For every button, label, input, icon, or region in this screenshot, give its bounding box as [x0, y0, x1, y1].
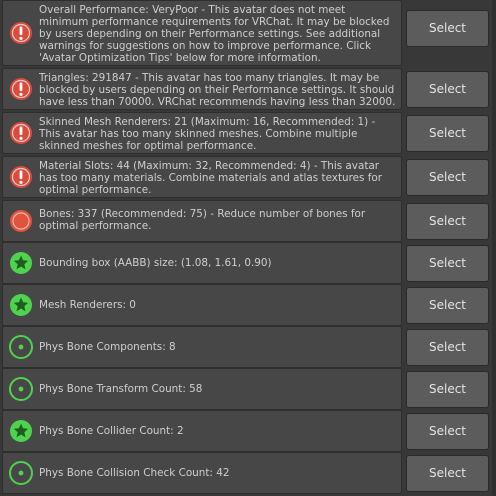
error-icon — [9, 121, 33, 145]
dot-circle-icon — [9, 335, 33, 359]
item-message: Mesh Renderers: 0 — [39, 299, 136, 311]
select-button[interactable]: Select — [406, 329, 489, 366]
scrollbar[interactable] — [492, 0, 496, 496]
star-icon — [9, 419, 33, 443]
select-button[interactable]: Select — [406, 413, 489, 450]
dot-circle-icon — [9, 461, 33, 485]
item-message: Phys Bone Components: 8 — [39, 341, 176, 353]
list-item: Phys Bone Collision Check Count: 42 — [2, 452, 402, 494]
list-item: Bones: 337 (Recommended: 75) - Reduce nu… — [2, 200, 402, 242]
item-message: Phys Bone Collision Check Count: 42 — [39, 467, 230, 479]
item-message: Bones: 337 (Recommended: 75) - Reduce nu… — [39, 208, 366, 232]
item-message: Phys Bone Collider Count: 2 — [39, 425, 184, 437]
item-message: Skinned Mesh Renderers: 21 (Maximum: 16,… — [39, 116, 376, 152]
item-message: Material Slots: 44 (Maximum: 32, Recomme… — [39, 160, 383, 196]
star-icon — [9, 293, 33, 317]
list-item: Phys Bone Components: 8 — [2, 326, 402, 368]
item-message: Overall Performance: VeryPoor - This ava… — [39, 4, 390, 64]
select-button[interactable]: Select — [406, 71, 489, 108]
list-item: Skinned Mesh Renderers: 21 (Maximum: 16,… — [2, 112, 402, 154]
select-button[interactable]: Select — [406, 115, 489, 152]
error-icon — [9, 77, 33, 101]
performance-list: Overall Performance: VeryPoor - This ava… — [0, 0, 496, 496]
select-button[interactable]: Select — [406, 10, 489, 47]
list-item: Phys Bone Collider Count: 2 — [2, 410, 402, 452]
select-button[interactable]: Select — [406, 203, 489, 240]
list-item: Overall Performance: VeryPoor - This ava… — [2, 0, 402, 66]
star-icon — [9, 251, 33, 275]
list-item: Triangles: 291847 - This avatar has too … — [2, 68, 402, 110]
item-message: Triangles: 291847 - This avatar has too … — [39, 72, 396, 108]
select-button[interactable]: Select — [406, 287, 489, 324]
error-icon — [9, 21, 33, 45]
dot-circle-icon — [9, 377, 33, 401]
select-button[interactable]: Select — [406, 455, 489, 492]
select-button[interactable]: Select — [406, 245, 489, 282]
list-item: Mesh Renderers: 0 — [2, 284, 402, 326]
warning-circle-icon — [9, 209, 33, 233]
list-item: Bounding box (AABB) size: (1.08, 1.61, 0… — [2, 242, 402, 284]
item-message: Bounding box (AABB) size: (1.08, 1.61, 0… — [39, 257, 272, 269]
error-icon — [9, 165, 33, 189]
select-button[interactable]: Select — [406, 371, 489, 408]
item-message: Phys Bone Transform Count: 58 — [39, 383, 203, 395]
list-item: Phys Bone Transform Count: 58 — [2, 368, 402, 410]
list-item: Material Slots: 44 (Maximum: 32, Recomme… — [2, 156, 402, 198]
select-button[interactable]: Select — [406, 159, 489, 196]
